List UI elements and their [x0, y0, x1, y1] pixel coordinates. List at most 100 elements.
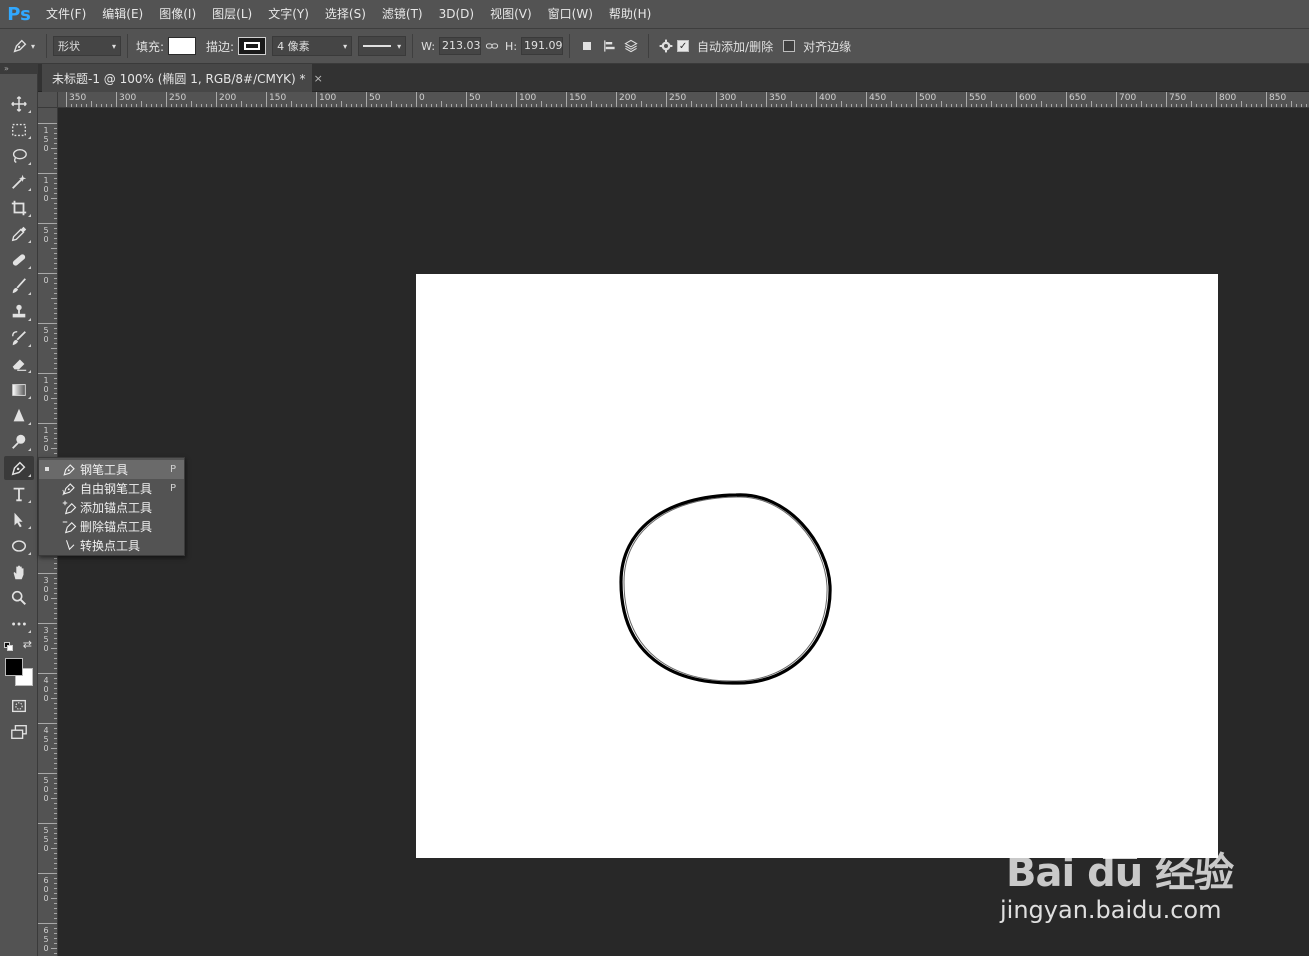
ruler-minor-tick: [54, 913, 57, 914]
app-logo: Ps: [7, 3, 31, 25]
menu-view[interactable]: 视图(V): [482, 0, 540, 28]
hand-tool[interactable]: [4, 560, 34, 584]
quick-mask-button[interactable]: [4, 694, 34, 718]
menu-window[interactable]: 窗口(W): [540, 0, 601, 28]
height-input[interactable]: 191.09 像: [521, 37, 564, 55]
history-brush-tool[interactable]: [4, 326, 34, 350]
ruler-label: 550: [43, 826, 49, 853]
fill-swatch[interactable]: [168, 37, 197, 55]
link-icon[interactable]: [481, 35, 503, 57]
color-mode-controls: ⇄: [4, 638, 34, 654]
healing-brush-tool[interactable]: [4, 248, 34, 272]
ruler-minor-tick: [54, 918, 57, 919]
tool-preset-pen-icon[interactable]: ▾: [6, 35, 40, 57]
panel-collapse-toggle[interactable]: »: [0, 64, 38, 74]
separator: [648, 34, 650, 58]
more-tools[interactable]: [4, 612, 34, 636]
gear-icon[interactable]: [655, 35, 677, 57]
mode-select[interactable]: 形状 ▾: [53, 36, 121, 56]
ruler-minor-tick: [54, 443, 57, 444]
ruler-minor-tick: [261, 104, 262, 107]
dodge-tool[interactable]: [4, 430, 34, 454]
ruler-minor-tick: [1136, 104, 1137, 107]
ruler-minor-tick: [301, 104, 302, 107]
flyout-pen-tool[interactable]: 钢笔工具 P: [39, 460, 184, 479]
swap-colors-icon[interactable]: ⇄: [23, 638, 32, 651]
menu-edit[interactable]: 编辑(E): [94, 0, 151, 28]
document-canvas[interactable]: [416, 274, 1218, 858]
menu-filter[interactable]: 滤镜(T): [374, 0, 431, 28]
flyout-delete-anchor-tool[interactable]: 删除锚点工具: [39, 517, 184, 536]
ruler-minor-tick: [181, 104, 182, 107]
flyout-add-anchor-tool[interactable]: 添加锚点工具: [39, 498, 184, 517]
ruler-minor-tick: [54, 218, 57, 219]
eyedropper-tool[interactable]: [4, 222, 34, 246]
ruler-tick: [1166, 92, 1167, 107]
ruler-origin[interactable]: [38, 92, 58, 108]
path-alignment-icon[interactable]: [598, 35, 620, 57]
close-icon[interactable]: ×: [314, 72, 323, 85]
blur-tool[interactable]: [4, 404, 34, 428]
screen-mode-button[interactable]: [4, 720, 34, 744]
clone-stamp-tool[interactable]: [4, 300, 34, 324]
document-tab[interactable]: 未标题-1 @ 100% (椭圆 1, RGB/8#/CMYK) * ×: [42, 64, 323, 92]
ruler-minor-tick: [1091, 101, 1092, 107]
ellipse-tool[interactable]: [4, 534, 34, 558]
menu-layer[interactable]: 图层(L): [204, 0, 260, 28]
stroke-type-select[interactable]: ▾: [358, 36, 407, 56]
menu-3d[interactable]: 3D(D): [431, 0, 482, 28]
pen-tool[interactable]: [4, 456, 34, 480]
ruler-minor-tick: [871, 104, 872, 107]
ruler-minor-tick: [351, 104, 352, 107]
ruler-minor-tick: [821, 104, 822, 107]
ruler-minor-tick: [54, 213, 57, 214]
ruler-minor-tick: [411, 104, 412, 107]
menu-type[interactable]: 文字(Y): [260, 0, 317, 28]
lasso-tool[interactable]: [4, 144, 34, 168]
ruler-minor-tick: [246, 104, 247, 107]
ruler-tick: [38, 723, 57, 724]
foreground-color-swatch[interactable]: [5, 658, 23, 676]
default-colors-icon[interactable]: [4, 642, 14, 652]
brush-tool[interactable]: [4, 274, 34, 298]
menu-help[interactable]: 帮助(H): [601, 0, 659, 28]
path-operations-icon[interactable]: [576, 35, 598, 57]
ruler-minor-tick: [54, 318, 57, 319]
align-edges-checkbox[interactable]: [783, 40, 796, 52]
ruler-minor-tick: [54, 663, 57, 664]
ruler-minor-tick: [846, 104, 847, 107]
path-selection-tool[interactable]: [4, 508, 34, 532]
ruler-minor-tick: [54, 153, 57, 154]
marquee-tool[interactable]: [4, 118, 34, 142]
menu-select[interactable]: 选择(S): [317, 0, 374, 28]
ruler-minor-tick: [54, 633, 57, 634]
zoom-tool[interactable]: [4, 586, 34, 610]
stroke-width-select[interactable]: 4 像素 ▾: [272, 36, 353, 56]
stroke-swatch[interactable]: [238, 37, 267, 55]
ruler-minor-tick: [91, 101, 92, 107]
eraser-tool[interactable]: [4, 352, 34, 376]
menu-file[interactable]: 文件(F): [38, 0, 94, 28]
horizontal-ruler[interactable]: 350 300 250 200 150 100 50 0 50 100 150 200 250 300 35…: [58, 92, 1309, 108]
flyout-freeform-pen-tool[interactable]: 自由钢笔工具 P: [39, 479, 184, 498]
ellipse-shape[interactable]: [416, 274, 1218, 858]
move-tool[interactable]: [4, 92, 34, 116]
width-input[interactable]: 213.03 像: [439, 37, 482, 55]
ruler-label: 750: [1169, 93, 1187, 103]
ruler-minor-tick: [441, 101, 442, 107]
gradient-tool[interactable]: [4, 378, 34, 402]
ruler-minor-tick: [54, 428, 57, 429]
ruler-minor-tick: [54, 263, 57, 264]
ruler-label: 50: [469, 93, 481, 103]
crop-tool[interactable]: [4, 196, 34, 220]
auto-add-delete-checkbox[interactable]: ✓: [677, 40, 690, 52]
ruler-minor-tick: [54, 933, 57, 934]
type-tool[interactable]: [4, 482, 34, 506]
ruler-minor-tick: [1206, 104, 1207, 107]
magic-wand-tool[interactable]: [4, 170, 34, 194]
flyout-convert-point-tool[interactable]: 转换点工具: [39, 536, 184, 555]
path-arrangement-icon[interactable]: [620, 35, 642, 57]
ruler-minor-tick: [54, 868, 57, 869]
menu-image[interactable]: 图像(I): [151, 0, 204, 28]
ruler-minor-tick: [801, 104, 802, 107]
